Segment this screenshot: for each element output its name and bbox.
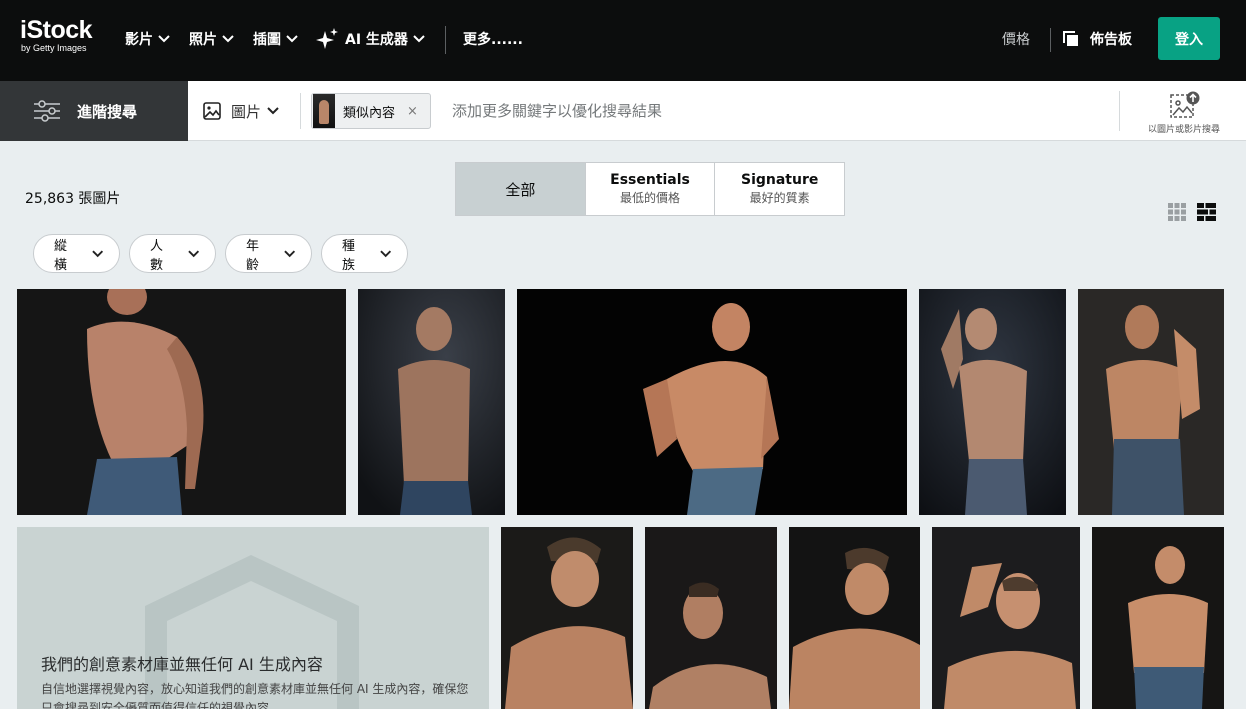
chevron-down-icon (187, 249, 199, 257)
image-result[interactable] (645, 527, 777, 709)
chip-thumbnail (313, 94, 335, 128)
tab-title: 全部 (505, 180, 536, 199)
image-result[interactable] (1078, 289, 1224, 515)
image-result[interactable] (932, 527, 1080, 709)
photo-thumbnail (358, 289, 505, 515)
search-by-image-button[interactable]: 以圖片或影片搜尋 (1136, 91, 1232, 135)
search-bar: 進階搜尋 圖片 類似內容 × 以圖片或影片搜尋 (0, 81, 1246, 141)
nav-ai-generator[interactable]: AI 生成器 (316, 28, 425, 50)
filter-sliders-icon (34, 100, 60, 122)
filter-label: 種族 (342, 238, 356, 273)
nav-videos-label: 影片 (125, 32, 153, 48)
image-upload-icon (1170, 91, 1200, 118)
photo-thumbnail (932, 527, 1080, 709)
filter-label: 年齡 (246, 238, 260, 273)
media-type-select[interactable]: 圖片 (203, 100, 279, 122)
pricing-link[interactable]: 價格 (1002, 29, 1030, 49)
image-result[interactable] (358, 289, 505, 515)
nav-divider (445, 26, 446, 54)
search-input[interactable] (452, 99, 1052, 123)
photo-thumbnail (1092, 527, 1224, 709)
photo-thumbnail (517, 289, 907, 515)
nav-illustrations[interactable]: 插圖 (253, 28, 298, 50)
mosaic-view-icon[interactable] (1197, 203, 1216, 221)
search-divider (1119, 91, 1120, 131)
sparkle-icon (316, 28, 338, 49)
photo-thumbnail (501, 527, 633, 709)
advanced-search-label: 進階搜尋 (77, 102, 138, 121)
image-result[interactable] (17, 289, 346, 515)
filter-age[interactable]: 年齡 (225, 234, 312, 273)
chevron-down-icon (413, 35, 425, 43)
nav-videos[interactable]: 影片 (125, 28, 170, 50)
search-divider (300, 93, 301, 129)
close-icon[interactable]: × (407, 104, 418, 119)
tab-subtitle: 最低的價格 (620, 191, 681, 205)
image-result[interactable] (919, 289, 1066, 515)
login-button[interactable]: 登入 (1158, 17, 1220, 60)
photo-thumbnail (919, 289, 1066, 515)
filter-label: 縱橫 (54, 238, 68, 273)
tab-title: Essentials (610, 172, 690, 188)
filter-ethnicity[interactable]: 種族 (321, 234, 408, 273)
tab-signature[interactable]: Signature 最好的質素 (715, 163, 844, 215)
nav-photos-label: 照片 (189, 32, 217, 48)
nav-photos[interactable]: 照片 (189, 28, 234, 50)
tab-all[interactable]: 全部 (456, 163, 586, 215)
chevron-down-icon (379, 249, 391, 257)
ai-notice-title: 我們的創意素材庫並無任何 AI 生成內容 (41, 655, 323, 674)
image-result[interactable] (789, 527, 920, 709)
filter-bar: 縱橫 人數 年齡 種族 (33, 234, 408, 273)
image-result[interactable] (501, 527, 633, 709)
chevron-down-icon (222, 35, 234, 43)
filter-orientation[interactable]: 縱橫 (33, 234, 120, 273)
boards-link[interactable]: 佈告板 (1063, 28, 1132, 50)
top-nav: iStock by Getty Images 影片 照片 插圖 AI 生成器 更… (0, 0, 1246, 81)
nav-more[interactable]: 更多...... (463, 28, 523, 50)
istock-logo[interactable]: iStock by Getty Images (20, 17, 104, 57)
boards-icon (1063, 31, 1078, 46)
nav-more-label: 更多...... (463, 32, 523, 48)
similar-content-chip[interactable]: 類似內容 × (311, 93, 431, 129)
nav-divider (1050, 28, 1051, 52)
chevron-down-icon (286, 35, 298, 43)
nav-ai-generator-label: AI 生成器 (345, 32, 408, 48)
result-count: 25,863 張圖片 (25, 191, 121, 207)
filter-label: 人數 (150, 238, 164, 273)
photo-thumbnail (789, 527, 920, 709)
chevron-down-icon (267, 107, 279, 115)
logo-sub-text: by Getty Images (21, 43, 87, 53)
license-tabs: 全部 Essentials 最低的價格 Signature 最好的質素 (455, 162, 845, 216)
logo-main-text: iStock (20, 16, 93, 44)
tab-subtitle: 最好的質素 (749, 191, 810, 205)
ai-notice-body: 自信地選擇視覺內容，放心知道我們的創意素材庫並無任何 AI 生成內容，確保您只會… (41, 682, 469, 709)
search-by-image-label: 以圖片或影片搜尋 (1147, 125, 1220, 135)
photo-thumbnail (645, 527, 777, 709)
tab-title: Signature (740, 172, 819, 188)
nav-illustrations-label: 插圖 (253, 32, 281, 48)
ai-notice-panel: 我們的創意素材庫並無任何 AI 生成內容 自信地選擇視覺內容，放心知道我們的創意… (17, 527, 489, 709)
advanced-search-button[interactable]: 進階搜尋 (0, 81, 188, 141)
grid-view-icon[interactable] (1168, 203, 1186, 221)
image-result[interactable] (1092, 527, 1224, 709)
chevron-down-icon (91, 249, 103, 257)
chip-label: 類似內容 (343, 105, 396, 121)
photo-thumbnail (17, 289, 346, 515)
image-result[interactable] (517, 289, 907, 515)
media-type-label: 圖片 (231, 102, 262, 121)
chevron-down-icon (283, 249, 295, 257)
tab-essentials[interactable]: Essentials 最低的價格 (586, 163, 716, 215)
image-icon (203, 102, 221, 120)
chevron-down-icon (158, 35, 170, 43)
photo-thumbnail (1078, 289, 1224, 515)
boards-label: 佈告板 (1090, 32, 1132, 48)
filter-people[interactable]: 人數 (129, 234, 216, 273)
